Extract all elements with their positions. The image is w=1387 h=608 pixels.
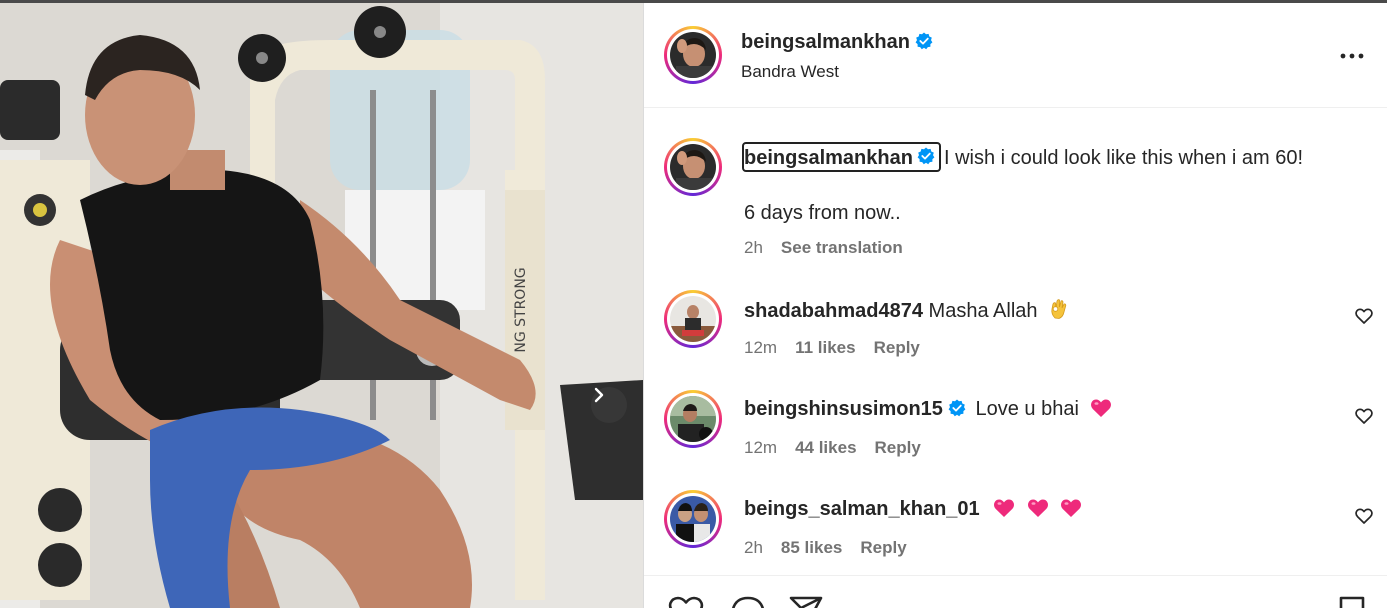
pink-heart-emoji-icon [1027,498,1049,524]
pink-heart-emoji-icon [1060,498,1082,524]
like-comment-button[interactable] [1355,308,1373,329]
see-translation-button[interactable]: See translation [781,238,903,258]
heart-outline-icon [1355,408,1373,428]
comment-item: beingshinsusimon15 Love u bhai 12m 44 li… [644,390,1387,490]
commenter-username[interactable]: shadabahmad4874 [744,300,923,322]
caption-time: 2h [744,238,763,257]
caption-author-username: beingsalmankhan [744,147,913,169]
verified-badge-icon [917,147,935,170]
gym-photo-illustration: NG STRONG [0,0,643,608]
reply-button[interactable]: Reply [860,538,906,558]
reply-button[interactable]: Reply [874,338,920,358]
comment-body: beingshinsusimon15 Love u bhai [744,398,1112,424]
pink-heart-emoji-icon [1090,398,1112,424]
comment-item: shadabahmad4874 Masha Allah 12m 11 likes… [644,290,1387,390]
svg-text:NG STRONG: NG STRONG [513,267,529,352]
like-comment-button[interactable] [1355,408,1373,429]
post-header: beingsalmankhan Bandra West [644,0,1387,108]
comment-text: Masha Allah [928,300,1038,322]
post-location[interactable]: Bandra West [741,62,839,82]
comment-likes-count[interactable]: 44 likes [795,438,856,458]
window-top-border [0,0,1387,3]
commenter-avatar[interactable] [664,490,722,548]
ok-hand-emoji-icon [1049,298,1069,326]
comment-button[interactable] [730,596,766,608]
commenter-username[interactable]: beingshinsusimon15 [744,398,943,420]
caption-author-avatar[interactable] [664,138,722,196]
caption-text-line-1: I wish i could look like this when i am … [944,147,1304,169]
comment-likes-count[interactable]: 11 likes [795,338,856,358]
comment-time: 12m [744,338,778,357]
heart-outline-icon [1355,508,1373,528]
verified-badge-icon [948,399,966,423]
more-options-icon [1339,53,1365,71]
comment-body: shadabahmad4874 Masha Allah [744,298,1069,326]
pink-heart-emoji-icon [993,498,1015,524]
verified-badge-icon [915,32,933,55]
reply-button[interactable]: Reply [875,438,921,458]
post-details-panel: beingsalmankhan Bandra West beingsalmank… [644,0,1387,608]
like-post-button[interactable] [668,596,704,608]
like-comment-button[interactable] [1355,508,1373,529]
comment-meta: 12m 11 likes Reply [744,338,920,358]
commenter-avatar[interactable] [664,290,722,348]
comment-meta: 12m 44 likes Reply [744,438,921,458]
caption-author-link[interactable]: beingsalmankhan [742,142,941,172]
next-photo-button[interactable] [591,387,627,423]
comment-time: 2h [744,538,763,557]
author-avatar[interactable] [664,26,722,84]
heart-outline-icon [1355,308,1373,328]
commenter-avatar[interactable] [664,390,722,448]
author-name-row: beingsalmankhan [741,31,933,55]
share-button[interactable] [788,596,824,608]
post-photo[interactable]: NG STRONG [0,0,643,608]
actions-separator [644,575,1387,576]
save-button[interactable] [1338,596,1366,608]
comment-text: Love u bhai [975,398,1079,420]
comment-likes-count[interactable]: 85 likes [781,538,842,558]
comment-body: beings_salman_khan_01 [744,498,1082,524]
comment-meta: 2h 85 likes Reply [744,538,907,558]
more-options-button[interactable] [1339,45,1365,72]
caption-meta: 2h See translation [744,238,903,258]
caption-text-line-2: 6 days from now.. [744,202,901,224]
commenter-username[interactable]: beings_salman_khan_01 [744,498,980,520]
author-username[interactable]: beingsalmankhan [741,31,910,53]
comment-time: 12m [744,438,778,457]
